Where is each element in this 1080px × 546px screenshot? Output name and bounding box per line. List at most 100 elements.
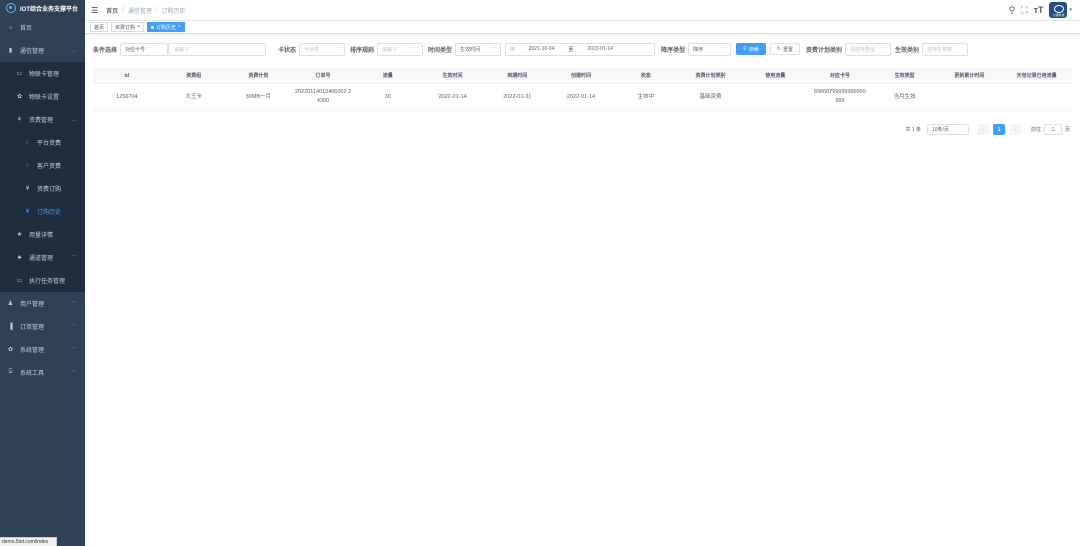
sidebar-item-task-mgmt[interactable]: ▭ 执行任务管理 [0, 269, 85, 292]
effect-type-select[interactable]: 选择生效类 ﹀ [922, 42, 969, 56]
search-icon[interactable]: ⚲ [1009, 5, 1016, 16]
page-number-current[interactable]: 1 [992, 124, 1005, 135]
sort-rule-select[interactable]: 请输入 ﹀ [377, 42, 424, 56]
column-header: 流量 [382, 73, 393, 79]
table-cell: 大王卡 [185, 93, 202, 100]
sidebar-item-home[interactable]: ⌂ 首页 [0, 16, 85, 39]
logo-icon [6, 3, 16, 13]
column-header: id [124, 72, 130, 79]
next-page-button[interactable]: › [1008, 124, 1021, 135]
goto-page-value: 1 [1051, 126, 1055, 133]
order-type-select[interactable]: 降序 ﹀ [688, 42, 732, 56]
font-size-icon[interactable]: тT [1034, 5, 1044, 15]
table-cell: 当月生效 [893, 93, 916, 100]
chevron-down-icon: ﹀ [71, 301, 77, 307]
shield-icon: ◌ [25, 139, 30, 146]
condition-select[interactable]: 对应卡号 ﹀ [120, 42, 169, 56]
avatar-text: 川通科技 [1052, 13, 1065, 17]
tag-label: 资费订购 [115, 24, 136, 31]
column-header: 资费计划 [248, 73, 269, 79]
page-size-select[interactable]: 10条/页 ﹀ [926, 124, 969, 135]
chevron-down-icon: ﹀ [71, 255, 77, 261]
avatar[interactable]: 川通科技 [1049, 2, 1068, 18]
condition-label: 条件选择 [93, 47, 118, 54]
sidebar-item-card-mgmt[interactable]: ▭ 物联卡管理 [0, 62, 85, 85]
app-title: IOT综合业务支撑平台 [20, 6, 78, 13]
hamburger-icon[interactable]: ☰ [91, 6, 98, 15]
time-type-value: 生效时间 [460, 46, 481, 53]
chevron-down-icon: ﹀ [493, 46, 498, 51]
order-type-label: 降序类型 [661, 47, 686, 54]
sidebar-item-comm-mgmt[interactable]: ▮ 通信管理 ︿ [0, 39, 85, 62]
sidebar-item-usage-detail[interactable]: ★ 用量详情 [0, 223, 85, 246]
sidebar-item-tariff-mgmt[interactable]: ⚘ 资费管理 ︿ [0, 108, 85, 131]
close-icon[interactable]: × [137, 24, 140, 30]
goto-label: 前往 [1030, 127, 1041, 133]
column-header: 状态 [640, 73, 651, 79]
chevron-right-icon: › [1014, 126, 1016, 133]
right-menu: ⚲ ⛶ тT 川通科技 ▾ [1003, 2, 1072, 18]
page-goto: 前往 1 页 [1031, 124, 1070, 135]
table-cell: 89860799999999999 999 [813, 89, 866, 104]
shield-icon: ◌ [25, 162, 30, 169]
date-range-picker[interactable]: ▦ 2021-10-04 至 2022-01-14 [505, 42, 656, 56]
sidebar-item-label: 物联卡管理 [29, 72, 60, 78]
breadcrumb-home[interactable]: 首页 [106, 6, 118, 15]
search-button[interactable]: ⚲ 搜索 [736, 43, 766, 55]
chevron-up-icon: ︿ [71, 117, 77, 123]
card-status-label: 卡状态 [278, 47, 297, 54]
sidebar-item-label: 资费订购 [37, 187, 62, 193]
sidebar-item-label: 通道管理 [29, 256, 54, 262]
table-header: id 资费组 资费计划 订单号 流量 生效时间 到期时间 创建时间 状态 资费计… [93, 68, 1072, 84]
tree-icon: ♣ [17, 254, 22, 261]
sidebar-item-system-mgmt[interactable]: ✿ 系统管理 ﹀ [0, 338, 85, 361]
table-row[interactable]: 1256704 大王卡 30MB一月 20220114013406002 243… [93, 84, 1072, 111]
sidebar-item-tariff-order[interactable]: ¥ 资费订购 [0, 177, 85, 200]
tag-home[interactable]: 首页 [90, 22, 109, 32]
prev-page-button[interactable]: ‹ [976, 124, 989, 135]
pagination: 共 1 条 10条/页 ﹀ ‹ 1 › 前往 1 页 [905, 124, 1070, 135]
sidebar-item-customer-tariff[interactable]: ◌ 客户资费 [0, 154, 85, 177]
close-icon[interactable]: × [178, 24, 181, 30]
card-status-select[interactable]: 卡状态 ﹀ [299, 42, 346, 56]
sidebar-item-label: 用量详情 [29, 233, 54, 239]
sidebar-item-order-mgmt[interactable]: ▐ 订单管理 ﹀ [0, 315, 85, 338]
sidebar-item-card-settings[interactable]: ✿ 物联卡设置 [0, 85, 85, 108]
plan-type-select[interactable]: 请选择类型 ﹀ [845, 42, 891, 56]
sidebar-item-system-tools[interactable]: ⌸ 系统工具 ﹀ [0, 361, 85, 384]
star-icon: ★ [16, 232, 23, 238]
effect-type-placeholder: 选择生效类 [927, 46, 953, 53]
goto-page-input[interactable]: 1 [1043, 124, 1062, 135]
filter-bar: 条件选择 对应卡号 ﹀ 请输入 卡状态 卡状态 ﹀ 排序规则 请输入 ﹀ 时间类… [93, 42, 1072, 56]
card-status-placeholder: 卡状态 [304, 46, 320, 53]
time-type-select[interactable]: 生效时间 ﹀ [455, 42, 502, 56]
main-content: 条件选择 对应卡号 ﹀ 请输入 卡状态 卡状态 ﹀ 排序规则 请输入 ﹀ 时间类… [85, 34, 1080, 546]
caret-down-icon[interactable]: ▾ [1069, 7, 1072, 13]
sidebar-item-label: 订购历史 [37, 210, 62, 216]
search-input[interactable]: 请输入 [168, 42, 267, 56]
date-end: 2022-01-14 [587, 46, 613, 52]
plan-type-label: 资费计划类别 [805, 47, 842, 54]
sidebar-item-label: 订单管理 [20, 325, 45, 331]
condition-select-value: 对应卡号 [125, 46, 146, 53]
sidebar-item-order-history[interactable]: ¥ 订购历史 [0, 200, 85, 223]
time-type-label: 时间类型 [428, 47, 453, 54]
sidebar-item-platform-tariff[interactable]: ◌ 平台资费 [0, 131, 85, 154]
pagination-total: 共 1 条 [905, 127, 921, 133]
search-icon: ⚲ [743, 46, 747, 52]
table-cell: 30MB一月 [245, 93, 271, 100]
tag-tariff-order[interactable]: 资费订购 × [111, 22, 144, 32]
tag-label: 订购历史 [155, 24, 176, 31]
column-header: 到期时间 [507, 73, 528, 79]
reset-button[interactable]: ↻ 重置 [769, 43, 800, 55]
home-icon: ⌂ [8, 24, 13, 31]
gear-icon: ✿ [7, 347, 14, 353]
fullscreen-icon[interactable]: ⛶ [1021, 5, 1027, 16]
tag-order-history[interactable]: 订购历史 × [146, 22, 185, 32]
sidebar-item-label: 系统工具 [20, 371, 45, 377]
sim-icon: ▮ [8, 48, 13, 54]
sidebar-item-channel-mgmt[interactable]: ♣ 通道管理 ﹀ [0, 246, 85, 269]
sidebar-item-user-mgmt[interactable]: ♟ 用户管理 ﹀ [0, 292, 85, 315]
table-cell: 2022-01-31 [503, 93, 532, 100]
column-header: 创建时间 [570, 73, 591, 79]
